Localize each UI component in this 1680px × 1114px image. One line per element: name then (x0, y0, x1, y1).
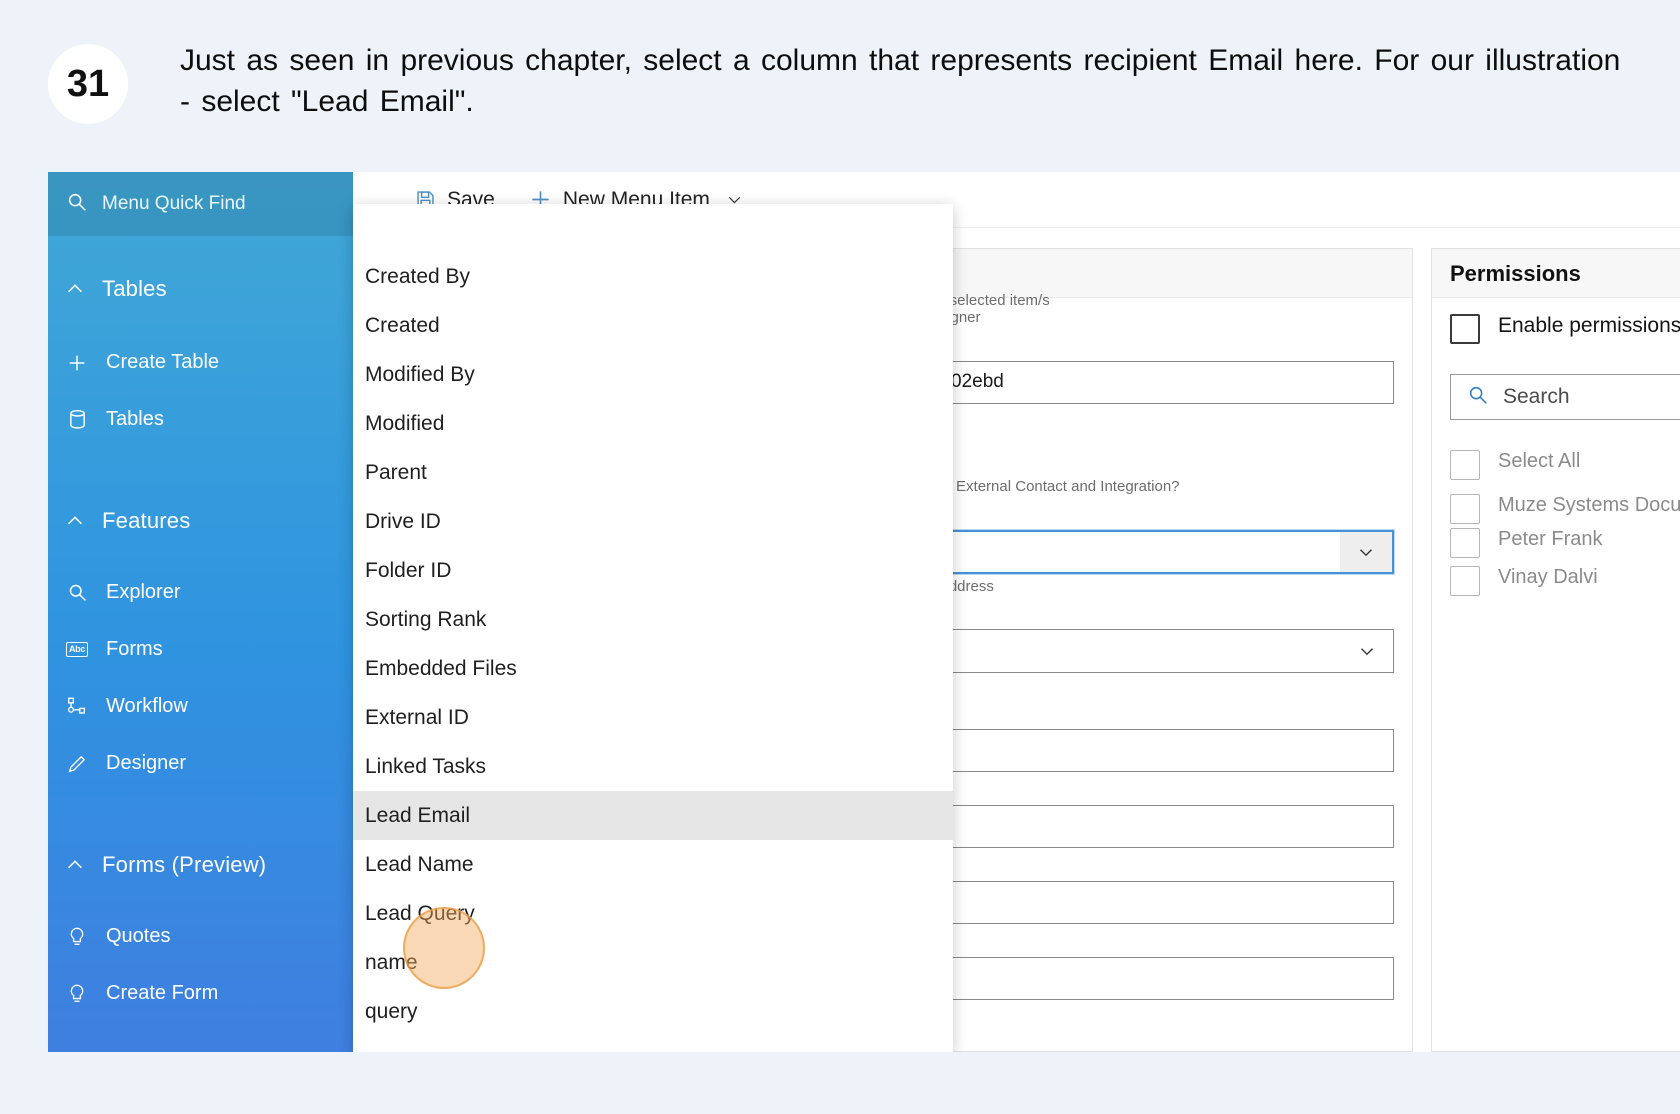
sidebar-item-create-form[interactable]: Create Form (48, 965, 353, 1022)
dropdown-option[interactable]: query (353, 987, 953, 1036)
sidebar-item-create-table-label: Create Table (106, 351, 220, 373)
sidebar-item-designer-label: Designer (106, 752, 187, 774)
click-highlight-ring (403, 907, 485, 989)
lightbulb-icon (64, 926, 90, 948)
sidebar-section-forms-preview-label: Forms (Preview) (102, 852, 267, 877)
search-icon (1467, 384, 1489, 411)
enable-permissions-checkbox[interactable] (1450, 314, 1480, 344)
pencil-icon (64, 753, 90, 775)
enable-permissions-row[interactable]: Enable permissions (1450, 314, 1680, 344)
sidebar-section-features[interactable]: Features (48, 490, 353, 552)
sidebar-item-designer[interactable]: Designer (48, 735, 353, 792)
permissions-title: Permissions (1432, 249, 1680, 298)
database-icon (64, 409, 90, 430)
sidebar-item-quotes[interactable]: Quotes (48, 908, 353, 965)
dropdown-option[interactable]: Linked Tasks (353, 742, 953, 791)
search-icon (66, 191, 88, 218)
permission-entry-row[interactable]: Muze Systems Documentation (Documentatio… (1450, 494, 1680, 524)
sidebar-section-tables[interactable]: Tables (48, 258, 353, 320)
instruction-banner: 31 Just as seen in previous chapter, sel… (0, 0, 1680, 160)
sidebar-item-workflow-label: Workflow (106, 695, 188, 717)
tutorial-page: 31 Just as seen in previous chapter, sel… (0, 0, 1680, 1114)
sidebar-item-forms-label: Forms (106, 638, 163, 660)
sidebar-item-create-form-label: Create Form (106, 982, 219, 1004)
menu-quick-find[interactable]: Menu Quick Find (48, 172, 353, 236)
menu-quick-find-label: Menu Quick Find (102, 193, 246, 214)
dropdown-option[interactable]: Embedded Files (353, 644, 953, 693)
step-number-badge: 31 (48, 44, 128, 124)
chevron-down-icon (1340, 531, 1392, 572)
permission-entry-row[interactable]: Peter Frank (1450, 528, 1680, 558)
sidebar-section-tables-label: Tables (102, 276, 167, 301)
dropdown-option-lead-email[interactable]: Lead Email (353, 791, 953, 840)
permission-entry-label: Peter Frank (1498, 528, 1603, 550)
application-window: Menu Quick Find Tables Create Table Tabl… (48, 172, 1680, 1052)
search-icon (64, 582, 90, 603)
dropdown-option[interactable]: Modified By (353, 350, 953, 399)
permission-entry-checkbox[interactable] (1450, 528, 1480, 558)
sidebar-section-forms-preview[interactable]: Forms (Preview) (48, 834, 353, 896)
dropdown-option[interactable]: External ID (353, 693, 953, 742)
chevron-up-icon (64, 510, 86, 532)
dropdown-option[interactable]: Parent (353, 448, 953, 497)
dropdown-option[interactable]: Created By (353, 252, 953, 301)
dropdown-option[interactable]: Modified (353, 399, 953, 448)
select-all-label: Select All (1498, 450, 1581, 472)
workflow-icon (64, 696, 90, 718)
permissions-search-input[interactable]: Search (1450, 374, 1680, 420)
sidebar-section-features-label: Features (102, 508, 191, 533)
lightbulb-icon (64, 983, 90, 1005)
dropdown-option[interactable]: Folder ID (353, 546, 953, 595)
sidebar-item-explorer-label: Explorer (106, 581, 181, 603)
permission-entry-checkbox[interactable] (1450, 494, 1480, 524)
permission-entry-row[interactable]: Vinay Dalvi (1450, 566, 1680, 596)
abc-icon: Abc (64, 642, 90, 657)
permission-entry-label: Vinay Dalvi (1498, 566, 1598, 588)
sidebar-item-forms[interactable]: Abc Forms (48, 621, 353, 678)
dropdown-top-padding (353, 204, 953, 252)
permissions-search-placeholder: Search (1503, 385, 1570, 408)
chevron-down-icon (1341, 630, 1393, 672)
dropdown-option[interactable]: Drive ID (353, 497, 953, 546)
sidebar-item-tables[interactable]: Tables (48, 391, 353, 448)
dropdown-option[interactable]: Lead Name (353, 840, 953, 889)
chevron-up-icon (64, 278, 86, 300)
plus-icon (64, 352, 90, 374)
sidebar-item-tables-label: Tables (106, 408, 164, 430)
left-sidebar: Menu Quick Find Tables Create Table Tabl… (48, 172, 353, 1052)
sidebar-item-create-table[interactable]: Create Table (48, 334, 353, 391)
dropdown-option[interactable]: Sorting Rank (353, 595, 953, 644)
instruction-text: Just as seen in previous chapter, select… (180, 44, 1621, 119)
permissions-card: Permissions Enable permissions Search Se… (1431, 248, 1680, 1052)
enable-permissions-label: Enable permissions (1498, 314, 1680, 337)
sidebar-item-quotes-label: Quotes (106, 925, 171, 947)
chevron-up-icon (64, 854, 86, 876)
select-all-checkbox[interactable] (1450, 450, 1480, 480)
permission-entry-label: Muze Systems Documentation (Documentatio… (1498, 494, 1680, 516)
permission-entry-checkbox[interactable] (1450, 566, 1480, 596)
sidebar-item-explorer[interactable]: Explorer (48, 564, 353, 621)
select-all-row[interactable]: Select All (1450, 450, 1680, 480)
dropdown-option[interactable]: Created (353, 301, 953, 350)
sidebar-item-workflow[interactable]: Workflow (48, 678, 353, 735)
